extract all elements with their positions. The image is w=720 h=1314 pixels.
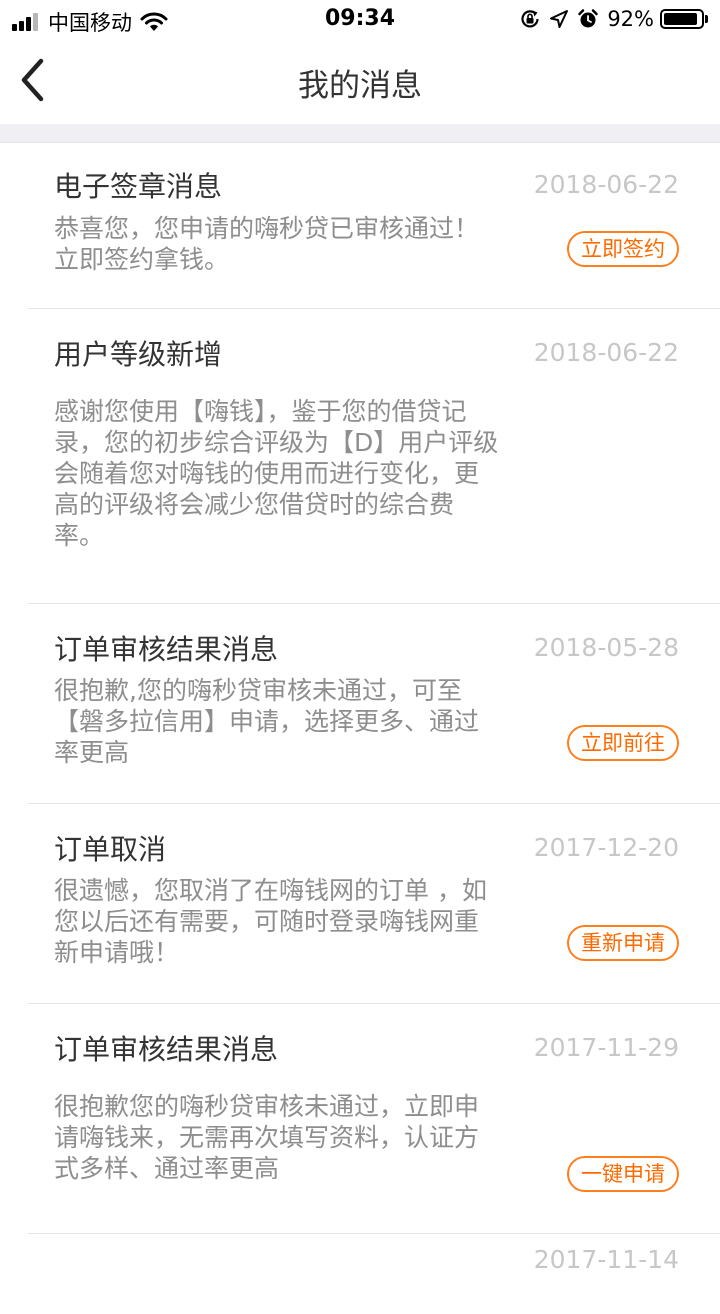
message-item[interactable]: 2017-11-14 [28, 1234, 720, 1314]
message-body-line: 感谢您使用【嗨钱】，鉴于您的借贷记 [54, 397, 467, 426]
reapply-button[interactable]: 重新申请 [567, 925, 679, 961]
message-date: 2017-12-20 [533, 833, 679, 862]
message-title: 电子签章消息 [54, 170, 223, 203]
battery-icon [660, 9, 704, 29]
message-date: 2018-05-28 [533, 633, 679, 662]
message-body: 很抱歉,您的嗨秒贷审核未通过，可至 【磐多拉信用】申请，选择更多、通过 率更高 [54, 675, 544, 768]
message-item[interactable]: 订单审核结果消息 2018-05-28 很抱歉,您的嗨秒贷审核未通过，可至 【磐… [28, 604, 720, 804]
message-body-line: 录，您的初步综合评级为【D】用户评级 [54, 428, 499, 457]
message-body-line: 率更高 [54, 738, 130, 767]
message-date: 2018-06-22 [533, 170, 679, 199]
message-body-line: 立即签约拿钱。 [54, 245, 230, 274]
message-body: 感谢您使用【嗨钱】，鉴于您的借贷记 录，您的初步综合评级为【D】用户评级 会随着… [54, 396, 544, 551]
message-item[interactable]: 订单取消 2017-12-20 很遗憾，您取消了在嗨钱网的订单 ，如 您以后还有… [28, 804, 720, 1004]
message-title: 用户等级新增 [54, 338, 223, 371]
message-body-line: 会随着您对嗨钱的使用而进行变化，更 [54, 459, 480, 488]
message-date: 2017-11-29 [533, 1033, 679, 1062]
battery-percent: 92% [607, 7, 654, 31]
section-gap [0, 124, 720, 143]
message-body-line: 式多样、通过率更高 [54, 1154, 280, 1183]
message-body-line: 请嗨钱来，无需再次填写资料，认证方 [54, 1123, 480, 1152]
message-item[interactable]: 订单审核结果消息 2017-11-29 很抱歉您的嗨秒贷审核未通过，立即申 请嗨… [28, 1004, 720, 1234]
message-title: 订单审核结果消息 [54, 633, 279, 666]
nav-bar: 我的消息 [0, 40, 720, 124]
message-body-line: 很抱歉,您的嗨秒贷审核未通过，可至 [54, 676, 462, 705]
message-body-line: 很抱歉您的嗨秒贷审核未通过，立即申 [54, 1092, 480, 1121]
orientation-lock-icon [521, 10, 539, 28]
message-title: 订单取消 [54, 833, 167, 866]
message-body-line: 您以后还有需要，可随时登录嗨钱网重 [54, 907, 480, 936]
message-body: 很抱歉您的嗨秒贷审核未通过，立即申 请嗨钱来，无需再次填写资料，认证方 式多样、… [54, 1091, 544, 1184]
message-body: 很遗憾，您取消了在嗨钱网的订单 ，如 您以后还有需要，可随时登录嗨钱网重 新申请… [54, 875, 544, 968]
sign-now-button[interactable]: 立即签约 [567, 231, 679, 267]
one-click-apply-button[interactable]: 一键申请 [567, 1156, 679, 1192]
battery-cap [705, 15, 708, 23]
message-title: 订单审核结果消息 [54, 1033, 279, 1066]
message-date: 2018-06-22 [533, 338, 679, 367]
status-right: 92% [519, 7, 708, 31]
go-now-button[interactable]: 立即前往 [567, 725, 679, 761]
message-body-line: 新申请哦！ [54, 938, 180, 967]
location-icon [550, 10, 569, 28]
message-body: 恭喜您，您申请的嗨秒贷已审核通过！ 立即签约拿钱。 [54, 213, 544, 275]
message-body-line: 高的评级将会减少您借贷时的综合费 [54, 490, 455, 519]
message-list: 电子签章消息 2018-06-22 恭喜您，您申请的嗨秒贷已审核通过！ 立即签约… [0, 143, 720, 1314]
message-item[interactable]: 用户等级新增 2018-06-22 感谢您使用【嗨钱】，鉴于您的借贷记 录，您的… [28, 309, 720, 604]
message-body-line: 率。 [54, 521, 105, 550]
message-body-line: 恭喜您，您申请的嗨秒贷已审核通过！ [54, 214, 480, 243]
battery-fill [664, 13, 697, 25]
message-body-line: 很遗憾，您取消了在嗨钱网的订单 ，如 [54, 876, 487, 905]
page-title: 我的消息 [298, 68, 422, 104]
message-body-line: 【磐多拉信用】申请，选择更多、通过 [54, 707, 480, 736]
status-bar: 中国移动 09:34 92% [0, 0, 720, 40]
message-item[interactable]: 电子签章消息 2018-06-22 恭喜您，您申请的嗨秒贷已审核通过！ 立即签约… [28, 143, 720, 309]
alarm-icon [578, 9, 599, 28]
message-date: 2017-11-14 [533, 1245, 679, 1274]
